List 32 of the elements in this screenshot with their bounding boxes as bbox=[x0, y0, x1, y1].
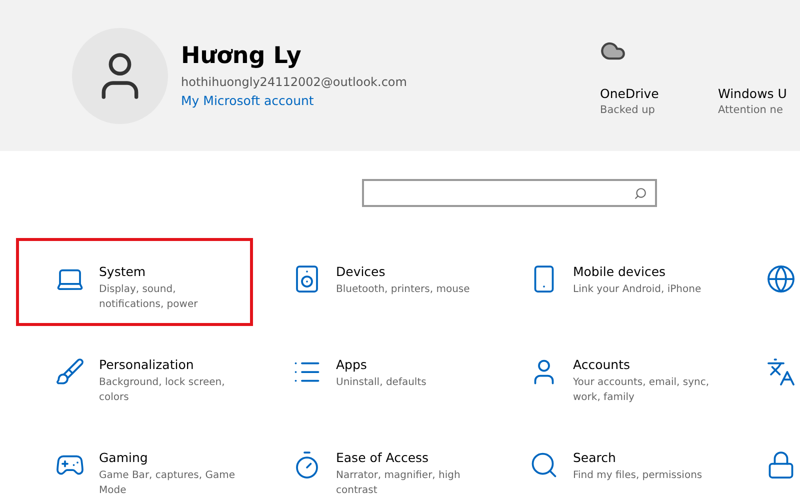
account-link[interactable]: My Microsoft account bbox=[181, 93, 314, 108]
search-icon bbox=[634, 186, 647, 200]
user-email: hothihuongly24112002@outlook.com bbox=[181, 75, 408, 89]
tile-title[interactable]: Mobile devices bbox=[573, 264, 702, 279]
search-field[interactable] bbox=[362, 179, 657, 207]
tile-subtitle: Find my files, permissions bbox=[573, 469, 702, 483]
tile-title[interactable]: Apps bbox=[336, 357, 426, 372]
tile-subtitle: Display, sound, notifications, power bbox=[99, 283, 199, 312]
tile-subtitle: Your accounts, email, sync, work, family bbox=[573, 376, 710, 405]
status-title[interactable]: OneDrive bbox=[600, 86, 718, 100]
brush-icon[interactable] bbox=[55, 357, 85, 387]
status-subtitle: Attention ne bbox=[718, 104, 784, 116]
tile-title[interactable]: Gaming bbox=[99, 450, 242, 465]
tile-subtitle: Game Bar, captures, Game Mode bbox=[99, 469, 236, 498]
user-name: Hương Ly bbox=[181, 43, 302, 69]
tile-title[interactable]: System bbox=[99, 264, 242, 279]
tile-title[interactable]: Search bbox=[573, 450, 702, 465]
status-subtitle: Backed up bbox=[600, 104, 656, 116]
tile-title[interactable]: Devices bbox=[336, 264, 470, 279]
tile-subtitle: Bluetooth, printers, mouse bbox=[336, 283, 470, 297]
tile-subtitle: Narrator, magnifier, high contrast bbox=[336, 469, 462, 498]
tile-title[interactable]: Ease of Access bbox=[336, 450, 479, 465]
tile-title[interactable]: Personalization bbox=[99, 357, 242, 372]
tile-title[interactable]: Accounts bbox=[573, 357, 716, 372]
globe-icon[interactable] bbox=[766, 264, 796, 294]
language-icon[interactable] bbox=[766, 357, 796, 387]
tile-subtitle: Uninstall, defaults bbox=[336, 376, 426, 390]
tile-subtitle: Link your Android, iPhone bbox=[573, 283, 702, 297]
tile-subtitle: Background, lock screen, colors bbox=[99, 376, 226, 405]
lock-icon[interactable] bbox=[766, 450, 796, 480]
search-icon[interactable] bbox=[529, 450, 559, 480]
status-title[interactable]: Windows U bbox=[718, 86, 800, 100]
